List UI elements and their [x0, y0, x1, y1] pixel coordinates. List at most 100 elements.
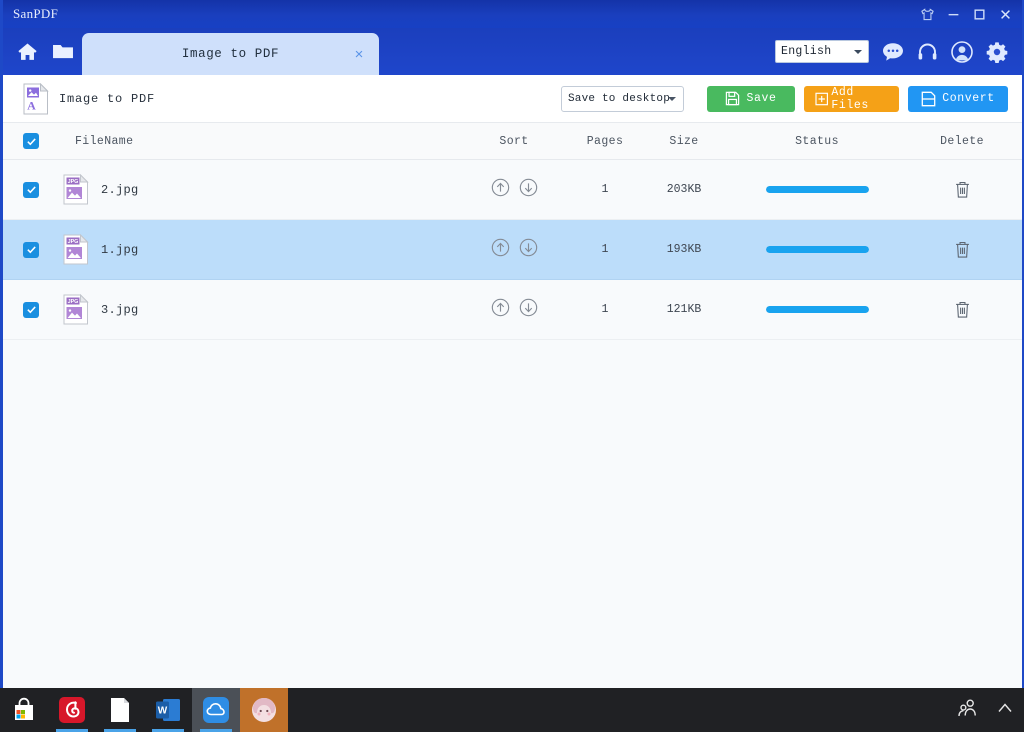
- close-button[interactable]: [992, 1, 1018, 27]
- convert-label: Convert: [942, 92, 995, 105]
- column-header-status: Status: [795, 134, 839, 148]
- jpg-file-icon: JPG: [63, 293, 89, 325]
- system-tray: [956, 698, 1024, 723]
- taskbar-cloud[interactable]: [192, 688, 240, 732]
- app-title: SanPDF: [13, 6, 59, 21]
- feedback-icon[interactable]: [882, 42, 904, 62]
- column-header-sort: Sort: [499, 134, 529, 148]
- add-files-label: Add Files: [831, 85, 869, 112]
- title-bar: SanPDF: [3, 0, 1022, 28]
- taskbar-avatar[interactable]: [240, 688, 288, 732]
- row-filename: 3.jpg: [101, 302, 139, 317]
- show-hidden-icons-chevron[interactable]: [996, 699, 1014, 722]
- row-size: 203KB: [666, 183, 702, 196]
- column-header-delete: Delete: [940, 134, 984, 148]
- close-icon[interactable]: ×: [351, 46, 367, 62]
- minimize-button[interactable]: [940, 1, 966, 27]
- table-row[interactable]: JPG 3.jpg 1 121KB: [3, 280, 1022, 340]
- image-to-pdf-icon: A: [23, 82, 49, 115]
- toolbar-right: English: [775, 28, 1022, 75]
- row-status: [727, 186, 907, 193]
- row-pages: 1: [601, 303, 609, 316]
- destination-label: Save to desktop: [568, 92, 671, 105]
- language-select[interactable]: English: [775, 40, 869, 63]
- home-icon[interactable]: [17, 42, 38, 62]
- column-header-pages: Pages: [586, 134, 624, 148]
- skin-icon[interactable]: [914, 1, 940, 27]
- jpg-file-icon: JPG: [63, 233, 89, 265]
- maximize-button[interactable]: [966, 1, 992, 27]
- windows-taskbar: W: [0, 688, 1024, 732]
- tab-strip: Image to PDF × English: [3, 28, 1022, 75]
- nav-icons: [3, 28, 78, 75]
- row-checkbox[interactable]: [3, 181, 59, 198]
- svg-text:W: W: [158, 706, 168, 717]
- row-status: [727, 246, 907, 253]
- file-list: JPG 2.jpg 1 203KB JPG 1.jpg 1 193KB JPG …: [3, 160, 1022, 340]
- move-down-icon[interactable]: [519, 178, 538, 201]
- svg-text:A: A: [27, 99, 36, 113]
- row-delete[interactable]: [907, 300, 1017, 319]
- people-icon[interactable]: [956, 698, 978, 723]
- table-row[interactable]: JPG 1.jpg 1 193KB: [3, 220, 1022, 280]
- row-filename-cell: JPG 3.jpg: [59, 293, 459, 325]
- row-sort-cell: [459, 238, 569, 261]
- action-bar: A Image to PDF Save to desktop Save Add …: [3, 75, 1022, 123]
- row-status: [727, 306, 907, 313]
- row-size: 193KB: [666, 243, 702, 256]
- row-delete[interactable]: [907, 180, 1017, 199]
- headset-icon[interactable]: [917, 42, 938, 62]
- row-filename: 1.jpg: [101, 242, 139, 257]
- row-sort-cell: [459, 178, 569, 201]
- column-header-size: Size: [669, 134, 699, 148]
- checkbox-checked-icon: [23, 301, 39, 318]
- row-pages: 1: [601, 243, 609, 256]
- select-all-checkbox[interactable]: [3, 133, 59, 149]
- tab-image-to-pdf[interactable]: Image to PDF ×: [82, 33, 379, 75]
- move-down-icon[interactable]: [519, 298, 538, 321]
- chevron-down-icon: [854, 49, 862, 54]
- row-size: 121KB: [666, 303, 702, 316]
- add-files-button[interactable]: Add Files: [804, 85, 899, 112]
- taskbar-word[interactable]: W: [144, 688, 192, 732]
- progress-bar: [765, 306, 869, 313]
- row-checkbox[interactable]: [3, 301, 59, 318]
- table-row[interactable]: JPG 2.jpg 1 203KB: [3, 160, 1022, 220]
- column-header-filename: FileName: [75, 134, 134, 148]
- folder-open-icon[interactable]: [52, 42, 74, 61]
- svg-text:JPG: JPG: [68, 239, 79, 245]
- settings-icon[interactable]: [986, 41, 1008, 63]
- convert-button[interactable]: Convert: [908, 85, 1008, 112]
- language-label: English: [781, 45, 832, 58]
- row-pages: 1: [601, 183, 609, 196]
- trash-icon[interactable]: [954, 240, 971, 259]
- save-label: Save: [746, 92, 777, 105]
- move-up-icon[interactable]: [491, 238, 510, 261]
- destination-select[interactable]: Save to desktop: [561, 85, 684, 112]
- move-up-icon[interactable]: [491, 298, 510, 321]
- svg-text:JPG: JPG: [68, 179, 79, 185]
- checkbox-checked-icon: [23, 133, 39, 149]
- table-header: FileName Sort Pages Size Status Delete: [3, 123, 1022, 160]
- row-filename-cell: JPG 1.jpg: [59, 233, 459, 265]
- application-window: SanPDF Image to PDF × English A Image to…: [0, 0, 1024, 688]
- move-down-icon[interactable]: [519, 238, 538, 261]
- account-icon[interactable]: [951, 40, 973, 63]
- save-button[interactable]: Save: [707, 85, 795, 112]
- trash-icon[interactable]: [954, 180, 971, 199]
- mode-indicator: A Image to PDF: [23, 82, 156, 115]
- row-filename: 2.jpg: [101, 182, 139, 197]
- row-delete[interactable]: [907, 240, 1017, 259]
- trash-icon[interactable]: [954, 300, 971, 319]
- tab-label: Image to PDF: [181, 47, 280, 61]
- taskbar-music[interactable]: [48, 688, 96, 732]
- checkbox-checked-icon: [23, 241, 39, 258]
- taskbar-store[interactable]: [0, 688, 48, 732]
- mode-title: Image to PDF: [59, 91, 156, 106]
- empty-list-area: [3, 340, 1022, 685]
- move-up-icon[interactable]: [491, 178, 510, 201]
- row-filename-cell: JPG 2.jpg: [59, 173, 459, 205]
- taskbar-document[interactable]: [96, 688, 144, 732]
- svg-text:JPG: JPG: [68, 299, 79, 305]
- row-checkbox[interactable]: [3, 241, 59, 258]
